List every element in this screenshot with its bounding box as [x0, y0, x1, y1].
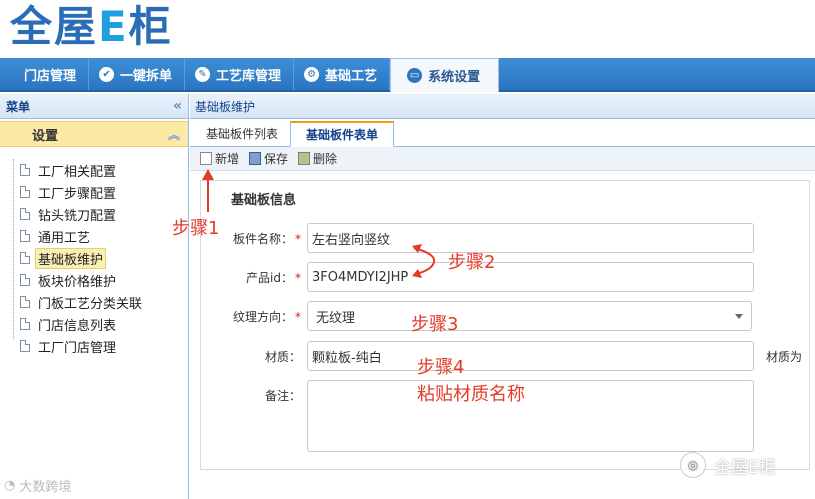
- file-icon: [20, 186, 30, 198]
- sidebar-item-factory-store[interactable]: 工厂门店管理: [10, 335, 188, 357]
- top-nav: 门店管理 ✔ 一键拆单 ✎ 工艺库管理 ⚙ 基础工艺 ▭ 系统设置: [0, 58, 815, 92]
- tab-store-management[interactable]: 门店管理: [0, 58, 90, 90]
- step4-note: 粘贴材质名称: [417, 384, 525, 405]
- delete-button-label: 删除: [313, 152, 338, 166]
- tab-label: 工艺库管理: [216, 68, 282, 84]
- board-name-field[interactable]: 左右竖向竖纹: [307, 223, 754, 253]
- tab-label: 门店管理: [24, 68, 77, 84]
- file-icon: [20, 296, 30, 308]
- tab-board-form[interactable]: 基础板件表单: [290, 121, 395, 147]
- file-icon: [20, 208, 30, 220]
- delete-button[interactable]: 删除: [298, 150, 337, 167]
- material-note: 材质为: [766, 349, 803, 364]
- grain-direction-label: 纹理方向： *: [232, 309, 301, 324]
- sidebar-item-label: 工厂相关配置: [38, 164, 117, 180]
- step4-annotation: 步骤4: [417, 357, 465, 378]
- sidebar-group-settings[interactable]: 设置 ︽: [0, 121, 188, 147]
- save-button-label: 保存: [264, 152, 289, 166]
- sidebar-item-label: 门店信息列表: [38, 318, 117, 334]
- weibo-icon: ◔: [4, 478, 16, 493]
- sidebar-item-board-price[interactable]: 板块价格维护: [10, 269, 188, 291]
- gear-icon: ⚙: [304, 66, 320, 82]
- save-icon: [249, 152, 262, 165]
- sidebar: 菜单 « 设置 ︽ 工厂相关配置 工厂步骤配置 钻头铣刀配置 通用工艺 基础板维…: [0, 94, 189, 499]
- collapse-sidebar-icon[interactable]: «: [173, 98, 182, 114]
- content-tabs: 基础板件列表 基础板件表单: [190, 119, 815, 147]
- form-row-grain: 纹理方向： * 无纹理: [201, 301, 752, 331]
- trash-icon: [298, 152, 311, 165]
- file-icon: [20, 252, 30, 264]
- watermark-left-text: 大数跨境: [19, 480, 72, 495]
- sidebar-item-label: 钻头铣刀配置: [38, 208, 117, 224]
- watermark-right: ◎ 全屋E柜: [680, 452, 776, 478]
- file-icon: [20, 164, 30, 176]
- sidebar-item-label: 门板工艺分类关联: [38, 296, 143, 312]
- tab-one-click-split[interactable]: ✔ 一键拆单: [89, 58, 186, 90]
- breadcrumb: 基础板维护: [190, 94, 815, 119]
- tab-basic-craft[interactable]: ⚙ 基础工艺: [294, 58, 391, 90]
- file-icon: [20, 340, 30, 352]
- new-button-label: 新增: [215, 152, 240, 166]
- file-icon: [20, 230, 30, 242]
- product-id-field[interactable]: 3FO4MDYI2JHP: [307, 262, 754, 292]
- tab-label: 一键拆单: [120, 68, 173, 84]
- tab-label: 系统设置: [428, 70, 481, 85]
- tab-system-settings[interactable]: ▭ 系统设置: [390, 58, 500, 92]
- sidebar-header: 菜单 «: [0, 94, 188, 119]
- step2-arrow: [412, 244, 436, 278]
- step1-arrow: [202, 169, 214, 212]
- panel-title: 基础板信息: [231, 193, 297, 208]
- tab-craft-library[interactable]: ✎ 工艺库管理: [185, 58, 295, 90]
- sidebar-item-label: 工厂步骤配置: [38, 186, 117, 202]
- sidebar-item-general-craft[interactable]: 通用工艺: [10, 225, 188, 247]
- chevron-up-icon: ︽: [167, 127, 180, 142]
- watermark-right-text: 全屋E柜: [714, 457, 776, 478]
- monitor-icon: ▭: [407, 68, 423, 83]
- step3-annotation: 步骤3: [411, 314, 459, 335]
- sidebar-item-label: 板块价格维护: [38, 274, 117, 290]
- app-logo: 全屋E柜: [10, 2, 173, 52]
- product-id-label: 产品id： *: [246, 270, 301, 285]
- new-button[interactable]: 新增: [200, 150, 239, 167]
- file-icon: [20, 274, 30, 286]
- sidebar-item-store-list[interactable]: 门店信息列表: [10, 313, 188, 335]
- main-content: 基础板维护 基础板件列表 基础板件表单 新增 保存 删除 基础板信息 板件名称：…: [190, 94, 815, 499]
- settings-tree: 工厂相关配置 工厂步骤配置 钻头铣刀配置 通用工艺 基础板维护 板块价格维护 门…: [0, 159, 188, 357]
- check-circle-icon: ✔: [99, 66, 115, 82]
- sidebar-item-label: 工厂门店管理: [38, 340, 117, 356]
- material-label: 材质：: [264, 349, 301, 364]
- remark-label: 备注：: [264, 389, 301, 403]
- logo-text: 全屋E柜: [10, 2, 173, 51]
- sidebar-title: 菜单: [6, 99, 31, 114]
- material-field[interactable]: 颗粒板-纯白: [307, 341, 754, 371]
- sidebar-group-label: 设置: [32, 128, 59, 144]
- tab-board-list[interactable]: 基础板件列表: [194, 120, 290, 146]
- tab-label: 基础工艺: [325, 68, 378, 84]
- grain-direction-select[interactable]: 无纹理: [307, 301, 752, 331]
- step1-annotation: 步骤1: [172, 218, 220, 239]
- form-row-material: 材质： 颗粒板-纯白 材质为: [201, 341, 802, 371]
- sidebar-item-drill-config[interactable]: 钻头铣刀配置: [10, 203, 188, 225]
- form-toolbar: 新增 保存 删除: [190, 147, 815, 171]
- grain-direction-value: 无纹理: [316, 310, 356, 326]
- chevron-down-icon: [735, 313, 743, 319]
- wechat-icon: ◎: [680, 452, 706, 478]
- sidebar-item-label: 基础板维护: [35, 247, 107, 269]
- watermark-left: ◔ 大数跨境: [4, 476, 71, 495]
- step2-annotation: 步骤2: [448, 252, 496, 273]
- board-info-panel: 基础板信息 板件名称： * 左右竖向竖纹 产品id： * 3FO4MDYI2JHP …: [200, 180, 810, 470]
- file-icon: [20, 318, 30, 330]
- wrench-icon: ✎: [195, 66, 211, 82]
- app-header: 全屋E柜: [0, 0, 815, 58]
- remark-textarea[interactable]: [307, 380, 754, 452]
- sidebar-item-door-craft-link[interactable]: 门板工艺分类关联: [10, 291, 188, 313]
- sidebar-item-factory-steps[interactable]: 工厂步骤配置: [10, 181, 188, 203]
- save-button[interactable]: 保存: [249, 150, 288, 167]
- sidebar-item-factory-config[interactable]: 工厂相关配置: [10, 159, 188, 181]
- sidebar-item-base-board[interactable]: 基础板维护: [10, 247, 188, 269]
- new-file-icon: [200, 152, 212, 165]
- sidebar-item-label: 通用工艺: [38, 230, 91, 246]
